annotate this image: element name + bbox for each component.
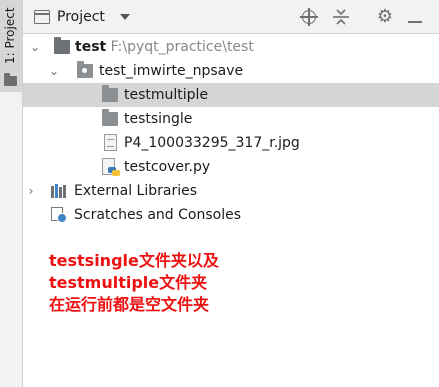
annotation-note: testsingle文件夹以及 testmultiple文件夹 在运行前都是空文… xyxy=(49,250,219,316)
tree-row-external-libraries[interactable]: › External Libraries xyxy=(23,179,439,203)
chevron-down-icon[interactable]: ⌄ xyxy=(48,59,60,83)
tree-row-root[interactable]: ⌄ test F:\pyqt_practice\test xyxy=(23,35,439,59)
tree-item-label: Scratches and Consoles xyxy=(74,207,241,223)
tree-row-scratches[interactable]: Scratches and Consoles xyxy=(23,203,439,227)
package-folder-icon xyxy=(77,61,93,78)
package-folder-label: test_imwirte_npsave xyxy=(99,63,244,79)
libraries-icon xyxy=(51,184,67,198)
chevron-down-icon[interactable] xyxy=(120,14,130,20)
project-tool-tab[interactable]: 1: Project xyxy=(0,0,22,92)
locate-file-icon[interactable] xyxy=(299,7,319,27)
folder-icon xyxy=(102,109,118,126)
root-folder-path: F:\pyqt_practice\test xyxy=(110,39,254,55)
tree-item-label: External Libraries xyxy=(74,183,197,199)
root-folder-name: test xyxy=(75,39,107,55)
tree-item-label: testmultiple xyxy=(124,87,209,103)
tree-item-label: testsingle xyxy=(124,111,193,127)
project-panel-header: Project ⚙ xyxy=(23,0,439,34)
tree-row-testmultiple[interactable]: testmultiple xyxy=(23,83,439,107)
chevron-right-icon[interactable]: › xyxy=(25,179,37,203)
image-file-icon xyxy=(104,134,117,151)
tree-row-package[interactable]: ⌄ test_imwirte_npsave xyxy=(23,59,439,83)
folder-icon xyxy=(102,85,118,102)
gear-icon[interactable]: ⚙ xyxy=(375,7,395,27)
hide-panel-icon[interactable] xyxy=(405,7,425,27)
folder-icon xyxy=(54,37,70,54)
tree-row-python-file[interactable]: testcover.py xyxy=(23,155,439,179)
scratches-icon xyxy=(51,207,67,223)
tree-item-label: P4_100033295_317_r.jpg xyxy=(124,135,300,151)
annotation-line: testsingle文件夹以及 xyxy=(49,251,219,270)
tool-window-strip: 1: Project xyxy=(0,0,23,387)
tree-item-label: testcover.py xyxy=(124,159,211,175)
project-tool-tab-label: 1: Project xyxy=(3,7,17,64)
project-view-selector[interactable]: Project xyxy=(57,9,105,25)
folder-icon xyxy=(4,73,17,86)
annotation-line: 在运行前都是空文件夹 xyxy=(49,295,210,314)
tree-row-testsingle[interactable]: testsingle xyxy=(23,107,439,131)
annotation-line: testmultiple文件夹 xyxy=(49,273,208,292)
python-file-icon xyxy=(102,158,120,176)
project-view-icon xyxy=(34,10,50,24)
collapse-all-icon[interactable] xyxy=(331,7,351,27)
tree-row-image-file[interactable]: P4_100033295_317_r.jpg xyxy=(23,131,439,155)
chevron-down-icon[interactable]: ⌄ xyxy=(29,35,41,59)
